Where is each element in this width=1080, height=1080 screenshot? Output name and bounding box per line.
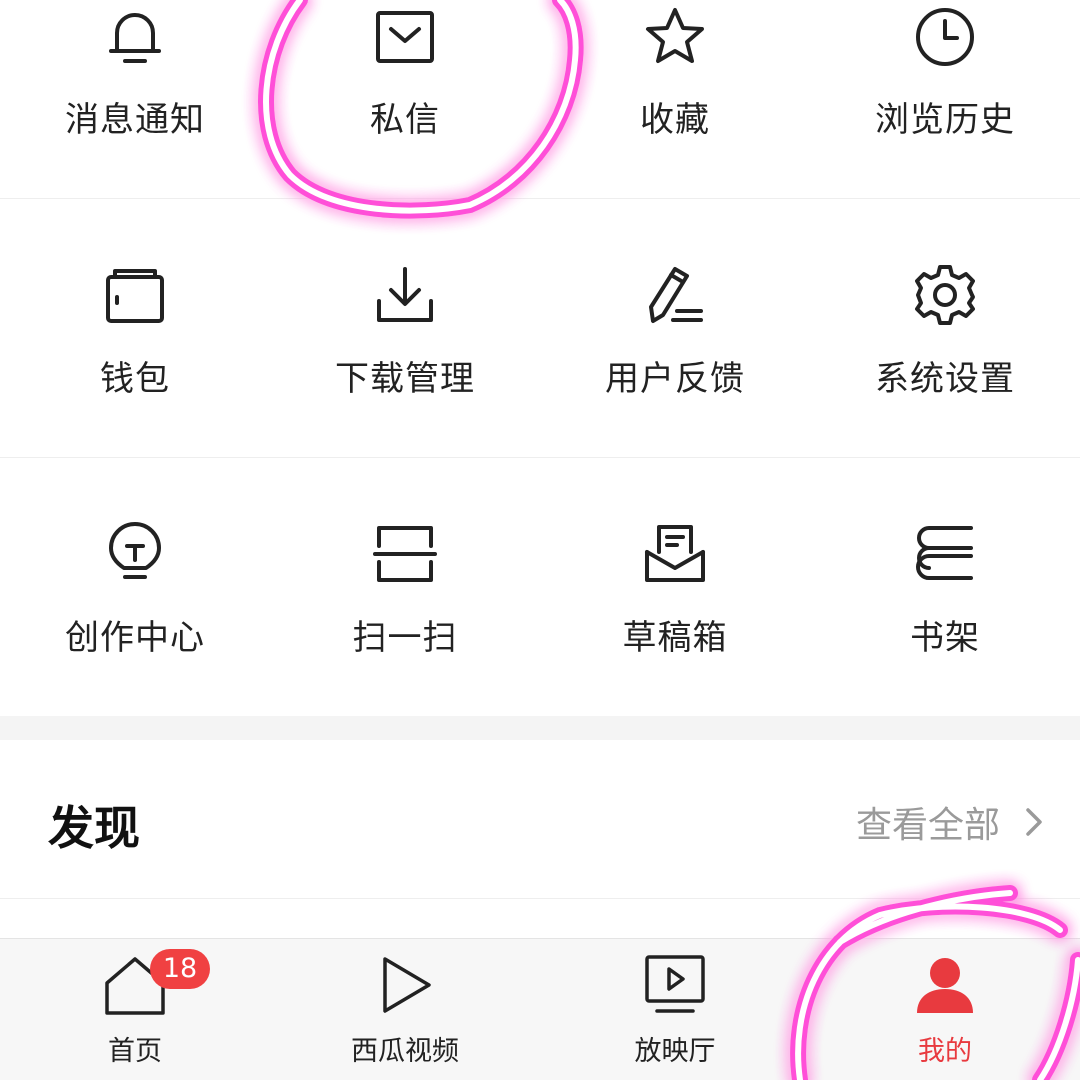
menu-item-label: 书架 — [910, 618, 980, 658]
tab-label: 放映厅 — [634, 1036, 716, 1067]
menu-item-label: 草稿箱 — [622, 618, 728, 658]
tab-home[interactable]: 18 首页 — [0, 939, 270, 1080]
tab-label: 西瓜视频 — [351, 1036, 459, 1067]
menu-item-label: 系统设置 — [875, 359, 1015, 399]
menu-item-history[interactable]: 浏览历史 — [810, 0, 1080, 198]
menu-row-2: 钱包 下载管理 用户反馈 系统设置 — [0, 199, 1080, 457]
tab-label: 我的 — [918, 1036, 972, 1067]
view-all-label: 查看全部 — [855, 805, 1000, 846]
menu-item-scan[interactable]: 扫一扫 — [270, 458, 540, 716]
envelope-icon — [373, 5, 437, 69]
chevron-right-icon — [1026, 808, 1042, 836]
menu-item-settings[interactable]: 系统设置 — [810, 199, 1080, 457]
menu-item-wallet[interactable]: 钱包 — [0, 199, 270, 457]
menu-item-drafts[interactable]: 草稿箱 — [540, 458, 810, 716]
menu-item-label: 扫一扫 — [352, 618, 458, 658]
menu-item-favorites[interactable]: 收藏 — [540, 0, 810, 198]
wallet-icon — [103, 263, 167, 327]
menu-item-feedback[interactable]: 用户反馈 — [540, 199, 810, 457]
menu-item-label: 创作中心 — [65, 618, 205, 658]
menu-item-label: 浏览历史 — [875, 100, 1015, 140]
notification-badge: 18 — [150, 949, 210, 989]
menu-item-messages[interactable]: 私信 — [270, 0, 540, 198]
menu-item-label: 私信 — [370, 100, 440, 140]
tv-icon — [643, 953, 707, 1017]
menu-item-label: 消息通知 — [65, 100, 205, 140]
menu-item-label: 收藏 — [640, 100, 710, 140]
menu-item-label: 下载管理 — [335, 359, 475, 399]
play-icon — [373, 953, 437, 1017]
menu-item-creator-center[interactable]: 创作中心 — [0, 458, 270, 716]
menu-item-label: 钱包 — [100, 359, 170, 399]
clock-icon — [913, 5, 977, 69]
tab-label: 首页 — [108, 1036, 162, 1067]
menu-item-downloads[interactable]: 下载管理 — [270, 199, 540, 457]
lightbulb-icon — [103, 522, 167, 586]
discover-title: 发现 — [48, 801, 140, 855]
download-icon — [373, 263, 437, 327]
pencil-icon — [643, 263, 707, 327]
tab-xigua-video[interactable]: 西瓜视频 — [270, 939, 540, 1080]
bell-icon — [103, 5, 167, 69]
discover-section: 发现 查看全部 — [0, 740, 1080, 898]
tab-mine[interactable]: 我的 — [810, 939, 1080, 1080]
menu-item-label: 用户反馈 — [605, 359, 745, 399]
view-all-link[interactable]: 查看全部 — [856, 796, 1054, 848]
menu-item-notifications[interactable]: 消息通知 — [0, 0, 270, 198]
bookshelf-icon — [913, 522, 977, 586]
menu-row-1: 消息通知 私信 收藏 浏览历史 — [0, 0, 1080, 198]
star-icon — [643, 5, 707, 69]
bottom-tab-bar: 18 首页 西瓜视频 放映厅 我的 — [0, 938, 1080, 1080]
menu-item-bookshelf[interactable]: 书架 — [810, 458, 1080, 716]
menu-row-3: 创作中心 扫一扫 草稿箱 书架 — [0, 458, 1080, 716]
profile-page: 消息通知 私信 收藏 浏览历史 钱包 下载管理 用户反馈 系统设置 创作中心 扫… — [0, 0, 1080, 1080]
scan-icon — [373, 522, 437, 586]
section-gap — [0, 716, 1080, 740]
discover-divider — [0, 898, 1080, 899]
tab-screening-hall[interactable]: 放映厅 — [540, 939, 810, 1080]
drafts-icon — [643, 522, 707, 586]
user-icon — [913, 953, 977, 1017]
gear-icon — [913, 263, 977, 327]
